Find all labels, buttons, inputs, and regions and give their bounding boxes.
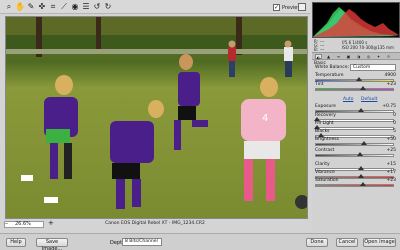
- slider-thumb[interactable]: [358, 108, 365, 112]
- slider-label: Vibrance: [315, 170, 335, 175]
- slider-value[interactable]: +0.75: [382, 104, 396, 109]
- slider-label: Tint: [315, 82, 324, 87]
- slider-track[interactable]: [315, 77, 394, 82]
- white-balance-label: White Balance:: [315, 65, 349, 70]
- slider-thumb[interactable]: [356, 152, 363, 156]
- slider-value[interactable]: 4900: [385, 73, 396, 78]
- depth-select[interactable]: 8 Bits/Channel: [122, 238, 162, 246]
- panel-tab-3[interactable]: ▣: [345, 54, 352, 59]
- slider-track[interactable]: [315, 141, 394, 146]
- cancel-button[interactable]: Cancel: [336, 238, 358, 247]
- slider-thumb[interactable]: [359, 182, 366, 186]
- camera-info: Canon EOS Digital Rebel XT - IMG_1234.CR…: [105, 221, 205, 226]
- slider-value[interactable]: 0: [393, 113, 396, 118]
- white-balance-tool-icon[interactable]: ✎: [26, 2, 36, 12]
- preview-checkbox[interactable]: ✓: [273, 4, 280, 11]
- preferences-icon[interactable]: ☰: [81, 2, 91, 12]
- slider-label: Saturation: [315, 178, 339, 183]
- panel-tabs: ◐ ▲ ≡ ▣ ◑ ◎ ✦ ☼: [312, 52, 400, 60]
- zoom-in-button[interactable]: +: [48, 220, 54, 227]
- panel-tab-0[interactable]: ◐: [315, 54, 322, 60]
- rgb-readout: R: --- G: --- B: --- f/5.6 1/400 s ISO 2…: [312, 38, 400, 52]
- camera-raw-dialog: ⌕ ✋ ✎ ✜ ⌗ ⟋ ◉ ☰ ↺ ↻ ✓ Preview 4 Canon EO…: [0, 0, 400, 250]
- open-image-button[interactable]: Open Image: [363, 238, 396, 247]
- hand-tool-icon[interactable]: ✋: [15, 2, 25, 12]
- fullscreen-icon[interactable]: [298, 3, 306, 11]
- color-sampler-tool-icon[interactable]: ✜: [37, 2, 47, 12]
- slider-label: Exposure: [315, 104, 336, 109]
- iso-info: ISO 200 70-300@135 mm: [342, 45, 394, 50]
- slider-value[interactable]: +23: [387, 178, 397, 183]
- panel-tab-4[interactable]: ◑: [355, 54, 362, 59]
- panel-tab-1[interactable]: ▲: [325, 54, 332, 59]
- slider-thumb[interactable]: [355, 77, 362, 81]
- slider-label: Temperature: [315, 73, 344, 78]
- slider-track[interactable]: [315, 86, 394, 91]
- slider-label: Brightness: [315, 137, 339, 142]
- panel-tab-7[interactable]: ☼: [385, 54, 392, 59]
- slider-value[interactable]: +15: [387, 162, 397, 167]
- toolbar: ⌕ ✋ ✎ ✜ ⌗ ⟋ ◉ ☰ ↺ ↻ ✓ Preview: [0, 0, 310, 14]
- slider-thumb[interactable]: [358, 174, 365, 178]
- adjustments-panel: R: --- G: --- B: --- f/5.6 1/400 s ISO 2…: [312, 0, 400, 232]
- slider-track[interactable]: [315, 182, 394, 187]
- zoom-tool-icon[interactable]: ⌕: [4, 2, 14, 12]
- panel-tab-6[interactable]: ✦: [375, 54, 382, 59]
- straighten-tool-icon[interactable]: ⟋: [59, 2, 69, 12]
- slider-value[interactable]: +25: [387, 148, 397, 153]
- slider-value[interactable]: +23: [387, 82, 397, 87]
- histogram: [312, 2, 400, 38]
- white-balance-select[interactable]: Custom: [350, 64, 396, 71]
- default-link[interactable]: Default: [361, 97, 377, 102]
- slider-value[interactable]: 5: [393, 129, 396, 134]
- slider-value[interactable]: +17: [387, 170, 397, 175]
- bottom-bar: Help Save Image... Depth: 8 Bits/Channel…: [0, 233, 400, 250]
- status-bar: Canon EOS Digital Rebel XT - IMG_1234.CR…: [0, 220, 310, 228]
- slider-thumb[interactable]: [358, 166, 365, 170]
- slider-label: Clarity: [315, 162, 330, 167]
- slider-label: Contrast: [315, 148, 335, 153]
- done-button[interactable]: Done: [306, 238, 328, 247]
- red-eye-tool-icon[interactable]: ◉: [70, 2, 80, 12]
- slider-track[interactable]: [315, 152, 394, 157]
- histogram-graph: [313, 7, 399, 37]
- zoom-level-select[interactable]: 26.6%: [4, 221, 44, 228]
- rotate-left-icon[interactable]: ↺: [92, 2, 102, 12]
- zoom-out-button[interactable]: –: [5, 221, 8, 227]
- auto-link[interactable]: Auto: [343, 97, 353, 102]
- rotate-right-icon[interactable]: ↻: [103, 2, 113, 12]
- help-button[interactable]: Help: [6, 238, 26, 247]
- slider-thumb[interactable]: [359, 86, 366, 90]
- save-image-button[interactable]: Save Image...: [36, 238, 68, 250]
- image-preview[interactable]: 4: [5, 16, 308, 219]
- crop-tool-icon[interactable]: ⌗: [48, 2, 58, 12]
- soccer-photo: 4: [6, 17, 307, 218]
- slider-thumb[interactable]: [361, 141, 368, 145]
- panel-tab-5[interactable]: ◎: [365, 54, 372, 59]
- panel-tab-2[interactable]: ≡: [335, 54, 342, 59]
- slider-value[interactable]: 0: [393, 121, 396, 126]
- slider-value[interactable]: +50: [387, 137, 397, 142]
- svg-text:4: 4: [262, 113, 268, 124]
